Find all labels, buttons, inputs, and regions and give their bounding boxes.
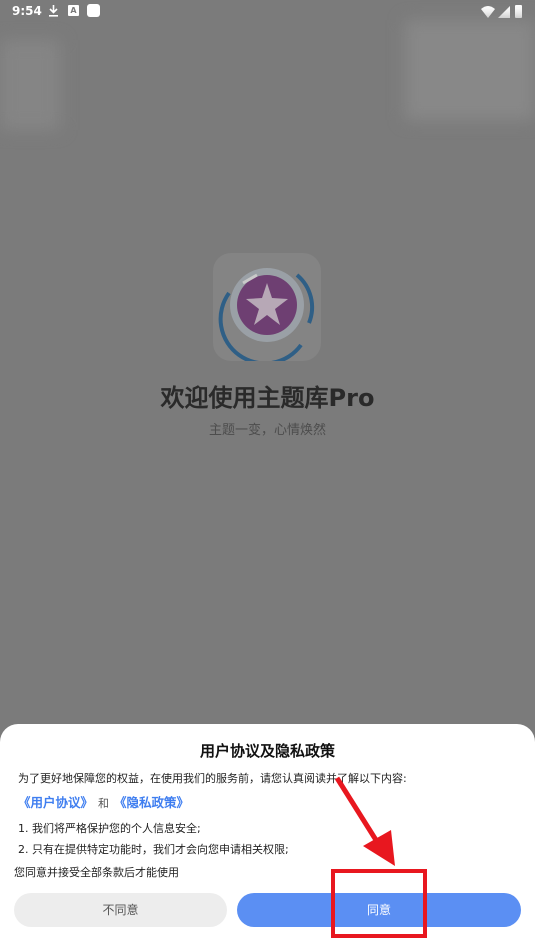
dialog-point-1: 1. 我们将严格保护您的个人信息安全;	[18, 822, 201, 835]
welcome-subtitle: 主题一变，心情焕然	[208, 423, 326, 438]
app-notification-icon	[87, 4, 100, 17]
annotation-highlight-box	[331, 869, 427, 938]
star-logo-icon	[218, 268, 315, 366]
dialog-links: 《用户协议》和《隐私政策》	[18, 792, 189, 811]
and-text: 和	[98, 797, 110, 810]
welcome-title: 欢迎使用主题库Pro	[160, 384, 375, 412]
battery-icon	[515, 5, 522, 18]
dialog-title: 用户协议及隐私政策	[199, 742, 335, 760]
dialog-point-2: 2. 只有在提供特定功能时，我们才会向您申请相关权限;	[18, 843, 289, 856]
background-blur	[0, 40, 60, 130]
privacy-dialog: 用户协议及隐私政策 为了更好地保障您的权益，在使用我们的服务前，请您认真阅读并了…	[0, 724, 535, 951]
annotation-arrow-icon	[334, 776, 395, 866]
disagree-button[interactable]: 不同意	[14, 893, 227, 927]
download-icon	[49, 5, 58, 17]
signal-icon	[498, 6, 510, 18]
background-blur	[405, 20, 535, 120]
wifi-icon	[481, 6, 495, 18]
a-notification-icon: A	[68, 5, 79, 16]
dialog-consent: 您同意并接受全部条款后才能使用	[14, 866, 179, 879]
user-agreement-link[interactable]: 《用户协议》	[18, 795, 93, 810]
app-logo	[213, 253, 321, 366]
privacy-policy-link[interactable]: 《隐私政策》	[114, 795, 189, 810]
status-time: 9:54	[12, 4, 42, 18]
